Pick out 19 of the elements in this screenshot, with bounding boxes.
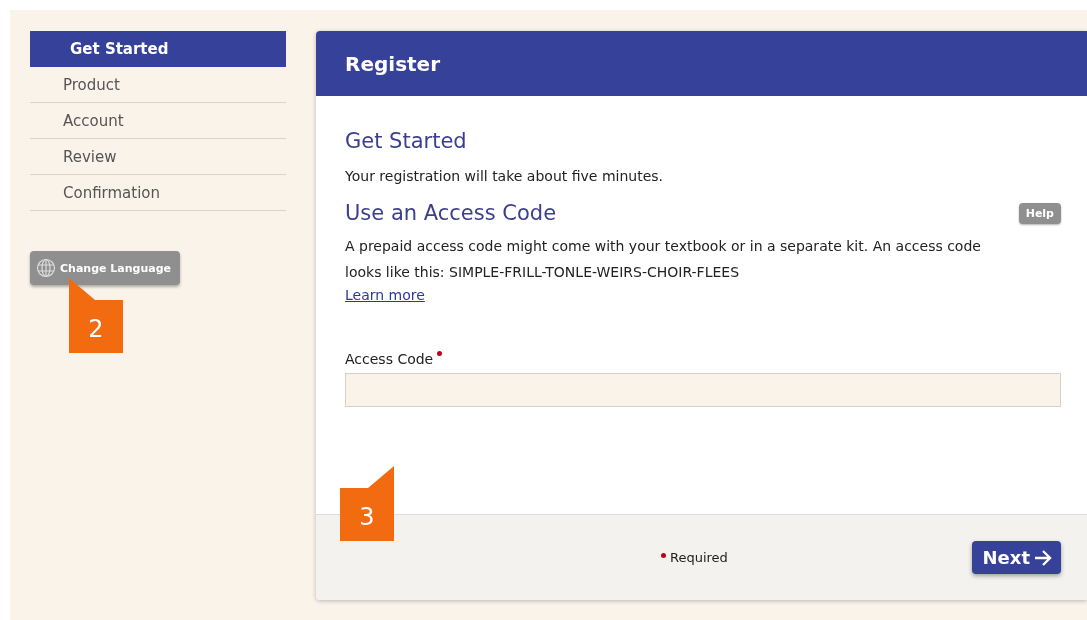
callout-badge: 2 — [69, 278, 123, 353]
intro-text: Your registration will take about five minutes. — [345, 167, 664, 186]
arrow-right-icon — [1033, 548, 1053, 567]
step-item[interactable]: Confirmation — [30, 175, 286, 211]
step-item[interactable]: Product — [30, 67, 286, 103]
step-item[interactable]: Get Started — [30, 31, 286, 67]
next-button[interactable]: Next — [971, 541, 1061, 574]
step-item[interactable]: Review — [30, 139, 286, 175]
field-label: Access Code — [345, 351, 434, 367]
required-dot — [661, 553, 666, 558]
section-heading: Use an Access Code — [345, 201, 557, 225]
step-item[interactable]: Account — [30, 103, 286, 139]
description-text: A prepaid access code might come with your textbook or in a separate kit. An access code looks like this: SIMPLE-FRILL-TONLE-WEIRS-CHOIR-FLEES — [345, 237, 982, 282]
panel-title: Register — [316, 31, 1087, 96]
page-heading: Get Started — [345, 129, 468, 153]
learn-more-link[interactable]: Learn more — [345, 285, 425, 305]
access-code-input[interactable] — [345, 373, 1061, 407]
globe-icon — [36, 258, 56, 278]
required-note: Required — [670, 550, 728, 565]
